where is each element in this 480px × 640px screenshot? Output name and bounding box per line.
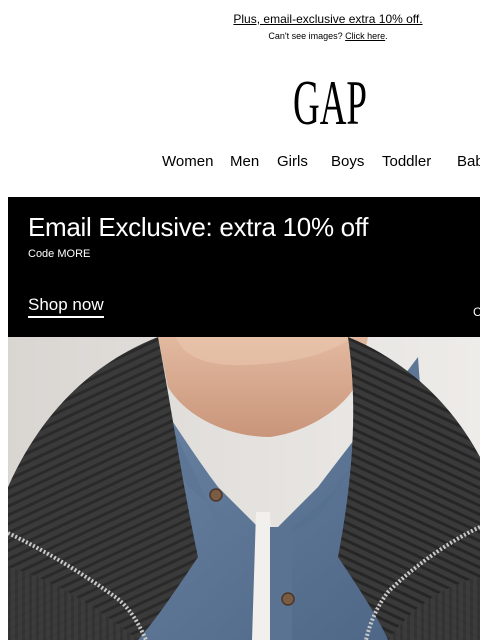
promo-banner: Email Exclusive: extra 10% off Code MORE… bbox=[8, 197, 480, 337]
logo-wordmark: GAP bbox=[293, 68, 367, 130]
nav-item-men[interactable]: Men bbox=[230, 152, 259, 172]
nav-item-girls[interactable]: Girls bbox=[277, 152, 308, 172]
shop-now-link[interactable]: Shop now bbox=[28, 295, 104, 318]
gap-logo[interactable]: GAP bbox=[292, 67, 368, 138]
nav-item-baby[interactable]: Bab bbox=[457, 152, 480, 172]
hero-image-link[interactable] bbox=[8, 337, 480, 640]
sweater-model-photo-icon bbox=[8, 337, 480, 640]
click-here-link[interactable]: Click here bbox=[345, 31, 385, 41]
preheader-offer-link[interactable]: Plus, email-exclusive extra 10% off. bbox=[233, 12, 422, 26]
gap-logo-icon: GAP bbox=[293, 67, 367, 138]
banner-edge-text: C bbox=[473, 305, 480, 319]
nav-item-women[interactable]: Women bbox=[162, 152, 213, 172]
cant-see-images-text: Can't see images? bbox=[268, 31, 343, 41]
banner-title: Email Exclusive: extra 10% off bbox=[28, 212, 369, 242]
preheader-view-online: Can't see images? Click here. bbox=[0, 31, 480, 42]
preheader: Plus, email-exclusive extra 10% off. Can… bbox=[0, 10, 480, 42]
promo-code: Code MORE bbox=[28, 248, 91, 260]
nav-item-toddler[interactable]: Toddler bbox=[382, 152, 431, 172]
nav-item-boys[interactable]: Boys bbox=[331, 152, 364, 172]
period-text: . bbox=[385, 31, 388, 41]
